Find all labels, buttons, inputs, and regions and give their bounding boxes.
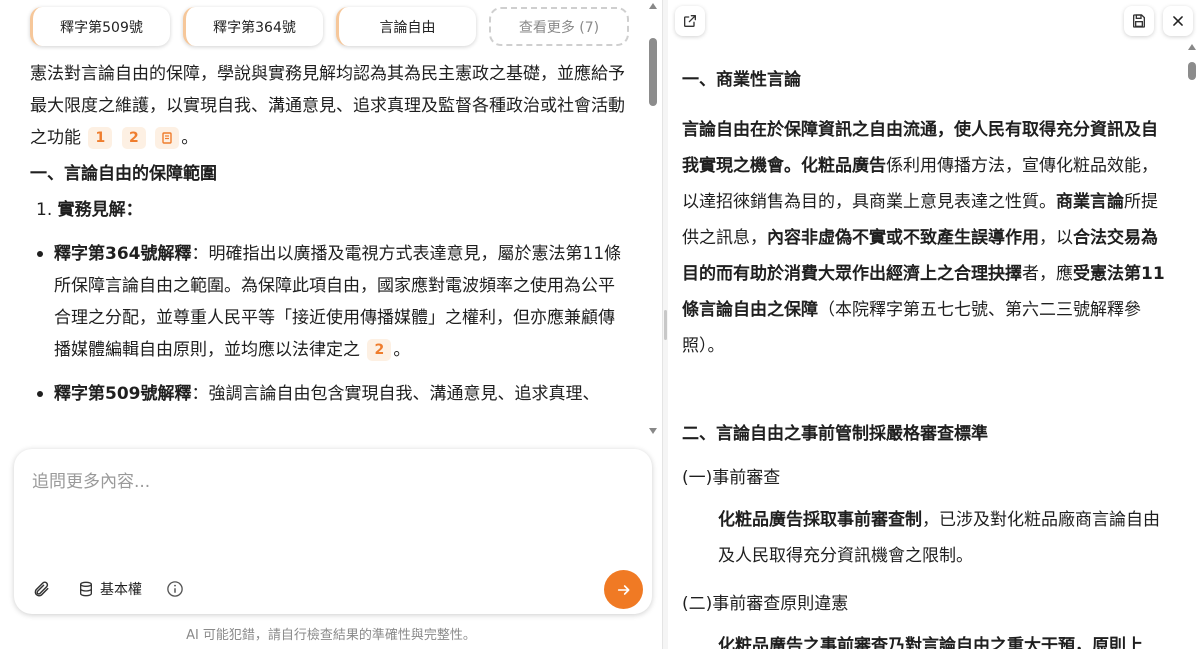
scroll-fade (30, 418, 640, 440)
close-icon (1173, 16, 1183, 26)
send-button[interactable] (604, 570, 643, 609)
section-heading: 一、言論自由的保障範圍 (30, 164, 217, 184)
ai-disclaimer: AI 可能犯錯，請自行檢查結果的準確性與完整性。 (186, 628, 476, 643)
arrow-right-icon (617, 584, 629, 595)
external-link-icon (684, 15, 696, 27)
citation-2-inline[interactable]: 2 (367, 339, 392, 361)
knowledge-base-label: 基本權 (100, 582, 142, 598)
reference-chips: 釋字第509號 釋字第364號 言論自由 查看更多 (7) (30, 7, 629, 46)
citation-2[interactable]: 2 (121, 127, 146, 149)
chip-view-more[interactable]: 查看更多 (7) (489, 7, 629, 46)
save-icon (1133, 14, 1145, 28)
save-button[interactable] (1124, 6, 1154, 36)
resize-grip-icon[interactable] (664, 310, 667, 340)
info-button[interactable] (166, 577, 190, 601)
scroll-up-arrow-icon[interactable] (1188, 44, 1196, 50)
doc-paragraph-2: 化粧品廣告採取事前審查制，已涉及對化粧品廠商言論自由及人民取得充分資訊機會之限制… (718, 510, 1160, 566)
citation-1[interactable]: 1 (88, 127, 113, 149)
ai-answer: 憲法對言論自由的保障，學說與實務見解均認為其為民主憲政之基礎，並應給予最大限度之… (30, 58, 630, 438)
chip-interpretation-509[interactable]: 釋字第509號 (30, 7, 170, 46)
chip-interpretation-364[interactable]: 釋字第364號 (183, 7, 323, 46)
document-content: 一、商業性言論 言論自由在於保障資訊之自由流通，使人民有取得充分資訊及自我實現之… (682, 66, 1166, 649)
chat-scrollbar[interactable] (648, 0, 658, 440)
followup-input[interactable] (32, 467, 632, 497)
attach-button[interactable] (32, 577, 56, 601)
paperclip-icon (34, 581, 49, 597)
citation-doc-icon[interactable] (155, 127, 180, 149)
chip-freedom-of-speech[interactable]: 言論自由 (336, 7, 476, 46)
close-button[interactable] (1163, 6, 1193, 36)
scroll-up-arrow-icon[interactable] (649, 3, 657, 9)
bullet-364: 釋字第364號解釋：明確指出以廣播及電視方式表達意見，屬於憲法第11條所保障言論… (30, 238, 630, 366)
doc-paragraph-1: 言論自由在於保障資訊之自由流通，使人民有取得充分資訊及自我實現之機會。化粧品廣告… (682, 120, 1165, 356)
doc-heading-commercial-speech: 一、商業性言論 (682, 70, 801, 90)
scroll-down-arrow-icon[interactable] (649, 428, 657, 434)
doc-subheading-1: (一)事前審查 (682, 468, 781, 488)
scroll-thumb[interactable] (649, 38, 657, 106)
doc-heading-prior-restraint: 二、言論自由之事前管制採嚴格審查標準 (682, 424, 988, 444)
answer-intro: 憲法對言論自由的保障，學說與實務見解均認為其為民主憲政之基礎，並應給予最大限度之… (30, 64, 625, 149)
open-external-button[interactable] (675, 6, 705, 36)
followup-composer: 基本權 (14, 449, 652, 614)
document-pane: 一、商業性言論 言論自由在於保障資訊之自由流通，使人民有取得充分資訊及自我實現之… (668, 0, 1200, 649)
list-item: 1. 實務見解： (36, 200, 143, 220)
intro-text: 憲法對言論自由的保障，學說與實務見解均認為其為民主憲政之基礎，並應給予最大限度之… (30, 64, 625, 148)
info-icon (167, 581, 183, 597)
bullet-509: 釋字第509號解釋：強調言論自由包含實現自我、溝通意見、追求真理、 (30, 378, 630, 410)
document-scrollbar[interactable] (1187, 40, 1197, 649)
knowledge-base-button[interactable]: 基本權 (78, 577, 142, 601)
scroll-thumb[interactable] (1188, 62, 1196, 80)
doc-paragraph-3: 化粧品廣告之事前審查乃對言論自由之重大干預，原則上 (718, 636, 1143, 649)
database-icon (80, 581, 92, 597)
doc-subheading-2: (二)事前審查原則違憲 (682, 594, 849, 614)
chat-pane: 釋字第509號 釋字第364號 言論自由 查看更多 (7) 憲法對言論自由的保障… (0, 0, 662, 649)
